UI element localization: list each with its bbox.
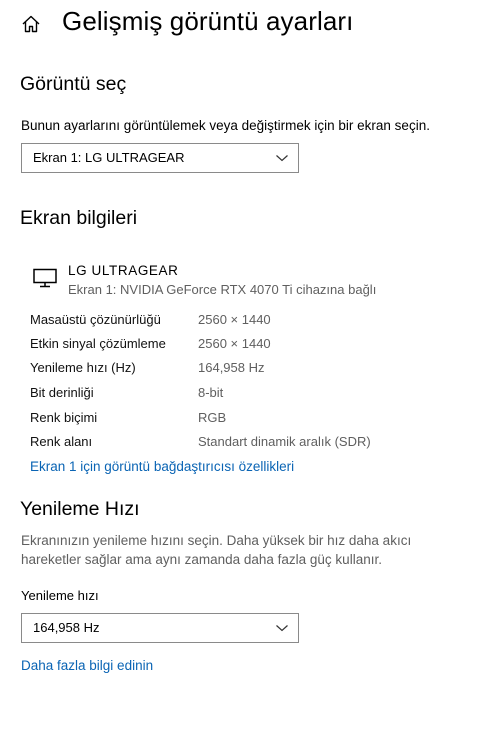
info-row-desktop-resolution: Masaüstü çözünürlüğü 2560 × 1440 [30, 312, 450, 332]
chevron-down-icon [276, 155, 288, 162]
choose-display-heading: Görüntü seç [20, 73, 127, 95]
display-select-dropdown[interactable]: Ekran 1: LG ULTRAGEAR [21, 143, 299, 173]
info-label: Renk alanı [30, 434, 93, 449]
info-label: Renk biçimi [30, 410, 98, 425]
info-row-color-space: Renk alanı Standart dinamik aralık (SDR) [30, 434, 450, 454]
info-row-bit-depth: Bit derinliği 8-bit [30, 385, 450, 405]
home-icon-glyph [22, 15, 40, 33]
display-adapter-properties-link[interactable]: Ekran 1 için görüntü bağdaştırıcısı özel… [30, 459, 294, 474]
advanced-display-settings-page: Gelişmiş görüntü ayarları Görüntü seç Bu… [0, 0, 478, 750]
choose-display-description: Bunun ayarlarını görüntülemek veya değiş… [21, 118, 430, 133]
info-row-color-format: Renk biçimi RGB [30, 410, 450, 430]
display-adapter-subtitle: Ekran 1: NVIDIA GeForce RTX 4070 Ti ciha… [68, 282, 377, 297]
chevron-down-icon [276, 625, 288, 632]
info-label: Yenileme hızı (Hz) [30, 360, 136, 375]
refresh-rate-description: Ekranınızın yenileme hızını seçin. Daha … [21, 533, 412, 567]
info-value: 2560 × 1440 [198, 336, 271, 351]
info-value: RGB [198, 410, 227, 425]
refresh-rate-value: 164,958 Hz [33, 620, 100, 635]
info-value: 8-bit [198, 385, 224, 400]
refresh-rate-dropdown[interactable]: 164,958 Hz [21, 613, 299, 643]
refresh-rate-dropdown-label: Yenileme hızı [21, 588, 99, 603]
display-info-heading: Ekran bilgileri [20, 207, 138, 229]
info-label: Etkin sinyal çözümleme [30, 336, 166, 351]
info-label: Masaüstü çözünürlüğü [30, 312, 161, 327]
info-value: Standart dinamik aralık (SDR) [198, 434, 371, 449]
learn-more-link[interactable]: Daha fazla bilgi edinin [21, 658, 153, 673]
info-value: 164,958 Hz [198, 360, 265, 375]
refresh-rate-heading: Yenileme Hızı [20, 498, 140, 520]
home-icon[interactable] [18, 11, 44, 37]
info-row-active-signal-resolution: Etkin sinyal çözümleme 2560 × 1440 [30, 336, 450, 356]
info-label: Bit derinliği [30, 385, 94, 400]
info-row-refresh-rate: Yenileme hızı (Hz) 164,958 Hz [30, 360, 450, 380]
display-select-value: Ekran 1: LG ULTRAGEAR [33, 150, 185, 165]
info-value: 2560 × 1440 [198, 312, 271, 327]
monitor-icon [33, 268, 57, 288]
display-name: LG ULTRAGEAR [68, 263, 179, 278]
page-title: Gelişmiş görüntü ayarları [62, 6, 354, 36]
